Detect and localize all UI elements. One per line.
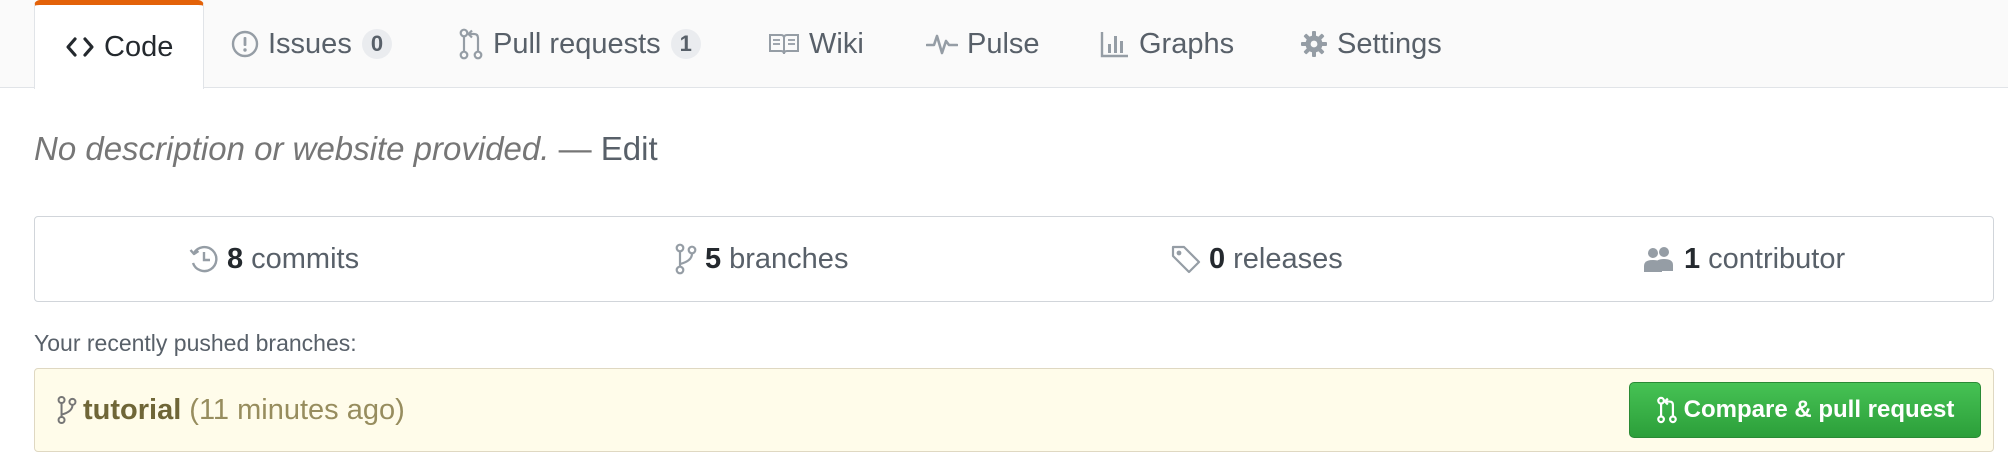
tab-code-label: Code bbox=[104, 30, 174, 63]
repo-summary: 8 commits 5 branches 0 releases 1 contri… bbox=[34, 216, 1994, 302]
people-icon bbox=[1642, 245, 1676, 273]
edit-description-link[interactable]: Edit bbox=[601, 130, 658, 167]
description-separator: — bbox=[549, 130, 601, 167]
tab-pulse[interactable]: Pulse bbox=[926, 0, 1040, 88]
description-text: No description or website provided. bbox=[34, 130, 550, 167]
book-icon bbox=[768, 32, 800, 56]
tab-settings-label: Settings bbox=[1337, 27, 1442, 60]
recent-branch-name[interactable]: tutorial bbox=[83, 394, 181, 427]
gear-icon bbox=[1300, 30, 1328, 58]
releases-label: releases bbox=[1233, 242, 1343, 275]
code-icon bbox=[65, 35, 95, 59]
tab-code[interactable]: Code bbox=[34, 0, 205, 89]
tab-graphs-label: Graphs bbox=[1139, 27, 1235, 60]
contributors-link[interactable]: 1 contributor bbox=[1642, 217, 1845, 301]
tab-pull-requests-label: Pull requests bbox=[493, 27, 661, 60]
pulse-icon bbox=[926, 31, 958, 57]
tab-graphs[interactable]: Graphs bbox=[1100, 0, 1234, 88]
git-pull-request-icon bbox=[458, 28, 484, 60]
releases-count: 0 bbox=[1209, 242, 1226, 275]
tab-wiki-label: Wiki bbox=[809, 27, 864, 60]
tag-icon bbox=[1171, 244, 1201, 274]
tab-pulse-label: Pulse bbox=[967, 27, 1040, 60]
issue-opened-icon bbox=[231, 30, 259, 58]
commits-label: commits bbox=[251, 242, 360, 275]
contributors-count: 1 bbox=[1684, 242, 1701, 275]
compare-button-label: Compare & pull request bbox=[1683, 396, 1955, 423]
git-branch-icon bbox=[675, 243, 697, 275]
commits-link[interactable]: 8 commits bbox=[189, 217, 359, 301]
commits-count: 8 bbox=[227, 242, 244, 275]
recent-branch-banner: tutorial (11 minutes ago) Compare & pull… bbox=[34, 368, 1994, 452]
history-icon bbox=[189, 244, 219, 274]
graph-icon bbox=[1100, 30, 1130, 58]
git-branch-icon bbox=[57, 395, 77, 425]
branches-link[interactable]: 5 branches bbox=[675, 217, 848, 301]
tab-pull-requests[interactable]: Pull requests 1 bbox=[458, 0, 701, 88]
tab-settings[interactable]: Settings bbox=[1300, 0, 1442, 88]
repo-description: No description or website provided. — Ed… bbox=[34, 130, 658, 168]
issues-count-badge: 0 bbox=[361, 29, 393, 59]
pull-requests-count-badge: 1 bbox=[670, 29, 701, 59]
repo-nav-tabs: Code Issues 0 Pull requests 1 Wiki Pulse… bbox=[0, 0, 2008, 89]
contributors-label: contributor bbox=[1708, 242, 1846, 275]
tab-issues-label: Issues bbox=[268, 27, 352, 60]
tab-issues[interactable]: Issues 0 bbox=[231, 0, 393, 88]
git-pull-request-icon bbox=[1656, 396, 1678, 424]
compare-pull-request-button[interactable]: Compare & pull request bbox=[1629, 382, 1981, 438]
tab-wiki[interactable]: Wiki bbox=[768, 0, 864, 88]
releases-link[interactable]: 0 releases bbox=[1171, 217, 1343, 301]
recent-branch-item: tutorial (11 minutes ago) bbox=[57, 369, 405, 451]
branches-count: 5 bbox=[705, 242, 722, 275]
recent-branches-label: Your recently pushed branches: bbox=[34, 330, 357, 356]
branches-label: branches bbox=[729, 242, 849, 275]
recent-branch-time: (11 minutes ago) bbox=[189, 393, 405, 426]
